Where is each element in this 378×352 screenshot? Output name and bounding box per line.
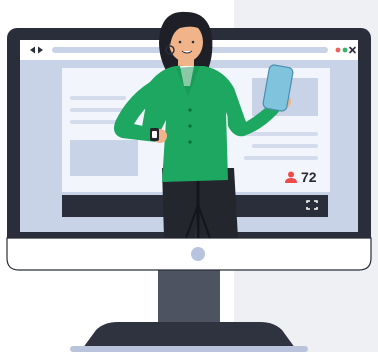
user-icon — [285, 171, 297, 183]
window-dot-green[interactable] — [342, 47, 348, 53]
monitor-chin — [6, 237, 372, 271]
window-dot-red[interactable] — [335, 47, 341, 53]
illustration-scene — [6, 0, 378, 352]
power-button — [191, 247, 205, 261]
viewer-count-value: 72 — [301, 169, 317, 185]
content-image-placeholder — [70, 140, 138, 176]
viewer-count: 72 — [284, 170, 317, 184]
